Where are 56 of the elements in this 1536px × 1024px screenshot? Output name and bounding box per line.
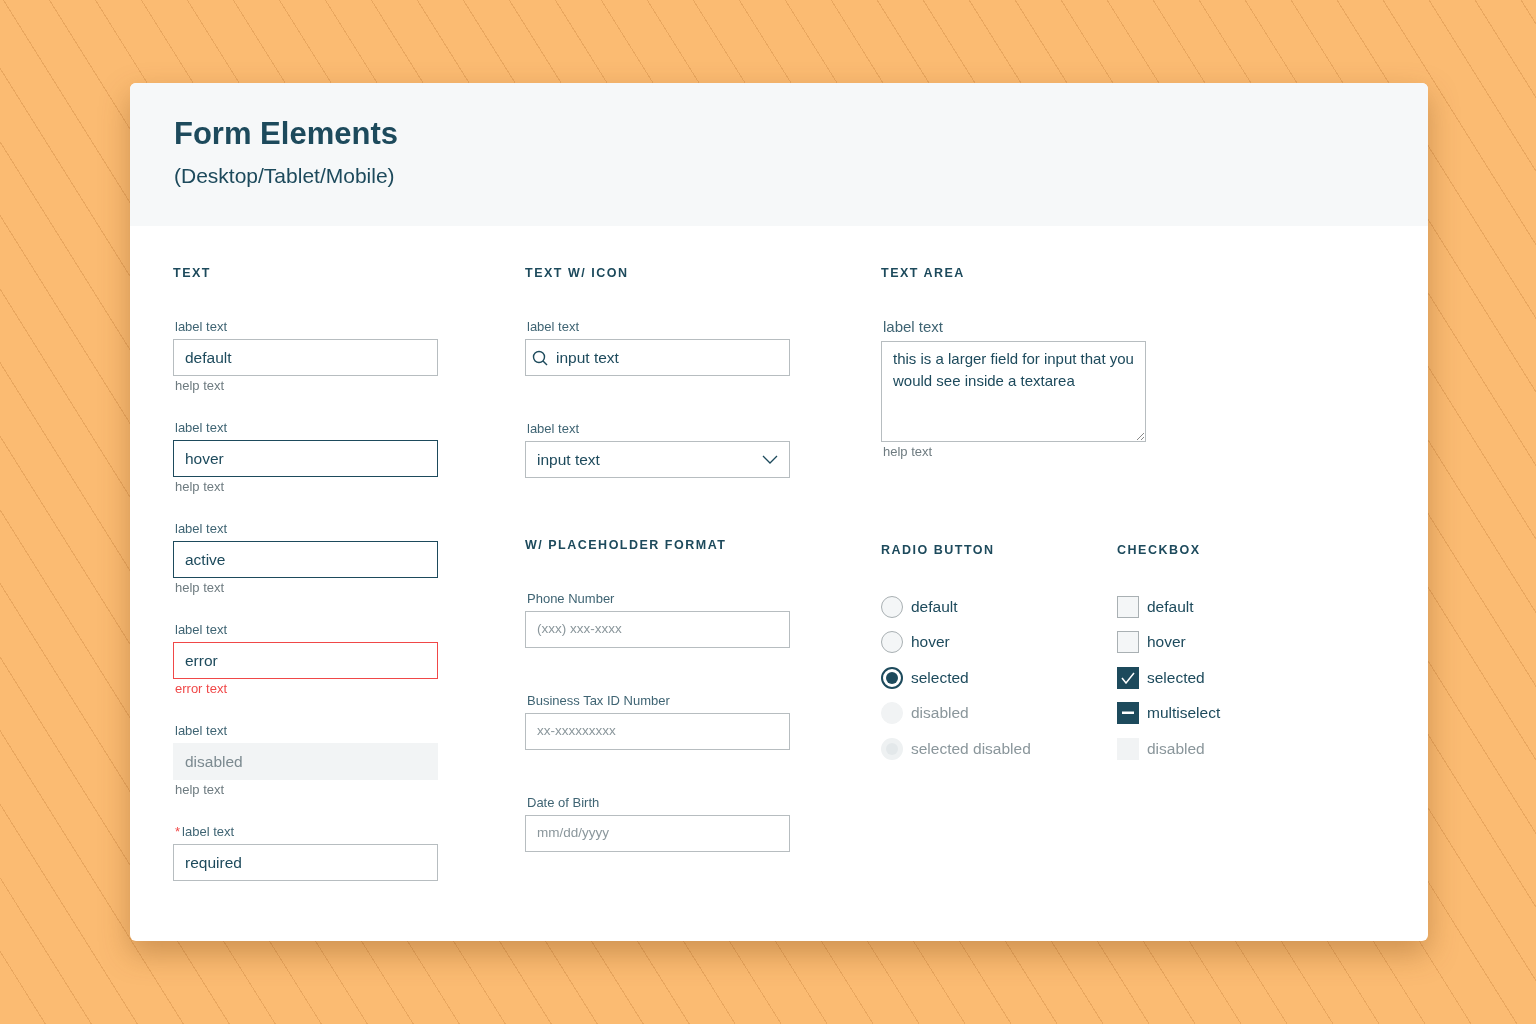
- radio-button[interactable]: [881, 595, 903, 618]
- section-heading: W/ PLACEHOLDER FORMAT: [525, 537, 728, 552]
- field-label: label text: [174, 723, 229, 739]
- help-text: help text: [882, 444, 934, 460]
- checkbox-label: hover: [1147, 632, 1186, 653]
- checkbox-label: selected: [1147, 667, 1205, 688]
- radio-button[interactable]: [881, 666, 903, 689]
- checkbox-label: default: [1147, 596, 1194, 617]
- checkbox-label: multiselect: [1147, 703, 1221, 724]
- field-label: label text: [526, 421, 581, 437]
- checkbox[interactable]: [1117, 595, 1139, 618]
- resize-grip-icon: [1136, 432, 1144, 440]
- dropdown-field[interactable]: input text: [525, 441, 790, 478]
- section-heading: RADIO BUTTON: [881, 542, 996, 557]
- section-heading: TEXT W/ ICON: [525, 265, 630, 280]
- field-label: label text: [182, 824, 235, 839]
- help-text: help text: [174, 580, 226, 596]
- text-field[interactable]: active: [173, 541, 438, 578]
- field-label: label text: [526, 319, 581, 335]
- field-label: Phone Number: [526, 591, 616, 607]
- radio-button[interactable]: [881, 631, 903, 653]
- search-field[interactable]: input text: [525, 339, 790, 376]
- field-label: label text: [174, 319, 229, 335]
- text-area[interactable]: this is a larger field for input that you would see inside a textarea: [881, 341, 1146, 442]
- error-text: error text: [174, 681, 228, 697]
- field-label: label text: [174, 622, 229, 638]
- help-text: help text: [174, 782, 226, 798]
- field-label: Date of Birth: [526, 795, 601, 811]
- required-asterisk: *: [175, 824, 181, 839]
- chevron-down-icon: [762, 455, 778, 464]
- checkbox[interactable]: [1117, 702, 1139, 724]
- field-label: Business Tax ID Number: [526, 693, 671, 709]
- help-text: help text: [174, 378, 226, 394]
- radio-label: selected disabled: [911, 738, 1031, 759]
- field-label: label text: [174, 521, 229, 537]
- text-field[interactable]: hover: [173, 440, 438, 477]
- search-icon: [532, 349, 548, 366]
- radio-label: selected: [911, 667, 969, 688]
- page-subtitle: (Desktop/Tablet/Mobile): [174, 163, 396, 190]
- field-label: label text: [882, 319, 945, 335]
- field-label: label text: [174, 420, 229, 436]
- radio-label: disabled: [911, 703, 969, 724]
- section-heading: TEXT AREA: [881, 265, 966, 280]
- section-heading: CHECKBOX: [1117, 542, 1202, 557]
- text-field[interactable]: error: [173, 642, 438, 679]
- checkbox-label: disabled: [1147, 738, 1205, 759]
- help-text: help text: [174, 479, 226, 495]
- text-field[interactable]: default: [173, 339, 438, 376]
- checkbox[interactable]: [1117, 666, 1139, 689]
- checkbox[interactable]: [1117, 631, 1139, 653]
- radio-label: default: [911, 596, 958, 617]
- text-field[interactable]: required: [173, 844, 438, 881]
- checkmark-icon: [1121, 671, 1135, 684]
- page-title: Form Elements: [174, 115, 399, 153]
- section-heading: TEXT: [173, 265, 212, 280]
- radio-label: hover: [911, 632, 950, 653]
